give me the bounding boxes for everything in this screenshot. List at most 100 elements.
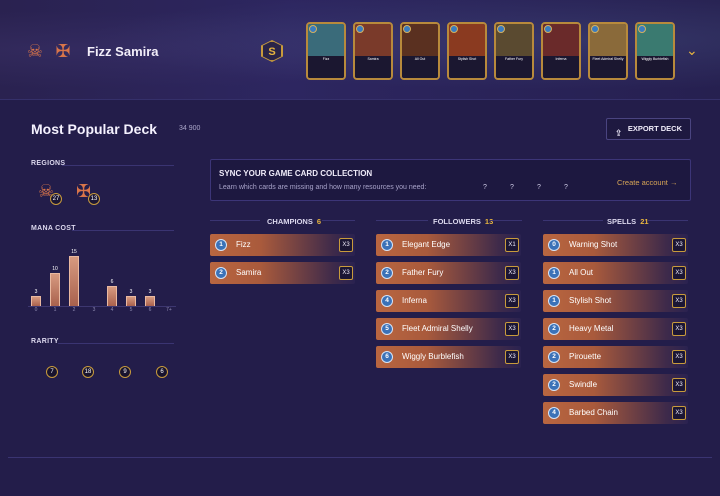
divider bbox=[58, 343, 174, 344]
mana-cost-gem: 4 bbox=[548, 407, 560, 419]
card-quantity: X3 bbox=[505, 266, 519, 280]
mana-bar-value: 3 bbox=[148, 289, 152, 295]
mana-cost-gem: 1 bbox=[548, 295, 560, 307]
mana-cost-label: MANA COST bbox=[31, 225, 76, 232]
mana-tick-label: 7+ bbox=[166, 307, 172, 313]
page-title: Most Popular Deck bbox=[31, 121, 158, 137]
card-cost-gem bbox=[544, 25, 552, 33]
card-name: Swindle bbox=[569, 380, 598, 389]
bilgewater-icon: ☠ bbox=[26, 41, 44, 61]
mana-bar-value: 3 bbox=[129, 289, 133, 295]
rarity-epic: 9 bbox=[119, 366, 131, 378]
mana-cost-gem: 4 bbox=[381, 295, 393, 307]
card-name: Wiggly Burblefish bbox=[641, 57, 669, 61]
card-row[interactable]: 6 Wiggly Burblefish X3 bbox=[376, 346, 521, 368]
card-row[interactable]: 1 Stylish Shot X3 bbox=[543, 290, 688, 312]
spells-count: 21 bbox=[640, 217, 649, 226]
export-icon: ⇪ bbox=[615, 128, 623, 138]
card-quantity: X3 bbox=[672, 322, 686, 336]
header-card[interactable]: All Out bbox=[400, 22, 440, 80]
region-chip-bilgewater: ☠ 27 bbox=[38, 181, 64, 205]
card-cost-gem bbox=[450, 25, 458, 33]
card-name: Elegant Edge bbox=[402, 240, 451, 249]
card-row[interactable]: 2 Swindle X3 bbox=[543, 374, 688, 396]
chevron-down-icon[interactable]: ⌄ bbox=[686, 42, 698, 59]
champions-count: 6 bbox=[316, 217, 322, 226]
rarity-rare: 18 bbox=[82, 366, 94, 378]
card-quantity: X1 bbox=[505, 238, 519, 252]
create-account-link[interactable]: Create account → bbox=[617, 178, 677, 187]
card-row[interactable]: 2 Samira X3 bbox=[210, 262, 355, 284]
divider bbox=[490, 220, 522, 221]
chart-axis bbox=[28, 306, 176, 307]
mana-cost-gem: 2 bbox=[381, 267, 393, 279]
card-name: Warning Shot bbox=[569, 240, 618, 249]
card-row[interactable]: 2 Pirouette X3 bbox=[543, 346, 688, 368]
spells-label: SPELLS bbox=[607, 217, 637, 226]
mana-cost-gem: 2 bbox=[548, 379, 560, 391]
card-quantity: X3 bbox=[672, 294, 686, 308]
header-card[interactable]: Inferna bbox=[541, 22, 581, 80]
card-quantity: X3 bbox=[339, 266, 353, 280]
header-card[interactable]: Fleet Admiral Shelly bbox=[588, 22, 628, 80]
deck-header: ☠ ✠ Fizz Samira S Fizz Samira All Out Styli… bbox=[0, 0, 720, 100]
header-card[interactable]: Samira bbox=[353, 22, 393, 80]
mana-tick-label: 2 bbox=[72, 307, 76, 313]
mana-tick-label: 5 bbox=[129, 307, 133, 313]
card-cost-gem bbox=[403, 25, 411, 33]
header-card[interactable]: Fizz bbox=[306, 22, 346, 80]
mana-bar-value: 15 bbox=[71, 249, 77, 255]
card-row[interactable]: 2 Father Fury X3 bbox=[376, 262, 521, 284]
card-row[interactable]: 4 Inferna X3 bbox=[376, 290, 521, 312]
rarity-common: 7 bbox=[46, 366, 58, 378]
sync-title: SYNC YOUR GAME CARD COLLECTION bbox=[219, 169, 373, 178]
header-card[interactable]: Father Fury bbox=[494, 22, 534, 80]
divider bbox=[210, 220, 260, 221]
card-quantity: X3 bbox=[505, 350, 519, 364]
champions-heading: CHAMPIONS 6 bbox=[267, 217, 321, 226]
divider bbox=[543, 220, 603, 221]
card-name: Heavy Metal bbox=[569, 324, 614, 333]
card-row[interactable]: 1 All Out X3 bbox=[543, 262, 688, 284]
card-name: Pirouette bbox=[569, 352, 602, 361]
mana-bar bbox=[107, 286, 117, 306]
header-card[interactable]: Stylish Shot bbox=[447, 22, 487, 80]
card-row[interactable]: 2 Heavy Metal X3 bbox=[543, 318, 688, 340]
mana-tick-label: 3 bbox=[92, 307, 96, 313]
deck-play-count: 34 900 bbox=[179, 125, 201, 132]
export-deck-button[interactable]: ⇪ EXPORT DECK bbox=[606, 118, 691, 140]
card-name: Wiggly Burblefish bbox=[402, 352, 464, 361]
resource-unknown: ? bbox=[537, 184, 541, 191]
divider bbox=[648, 220, 688, 221]
rarity-label: RARITY bbox=[31, 338, 59, 345]
mana-cost-gem: 0 bbox=[548, 239, 560, 251]
mana-cost-gem: 6 bbox=[381, 351, 393, 363]
card-name: Stylish Shot bbox=[457, 57, 477, 61]
mana-tick-label: 6 bbox=[148, 307, 152, 313]
card-row[interactable]: 1 Elegant Edge X1 bbox=[376, 234, 521, 256]
mana-cost-gem: 1 bbox=[548, 267, 560, 279]
card-name: Fizz bbox=[236, 240, 251, 249]
mana-bar bbox=[69, 256, 79, 306]
card-name: Father Fury bbox=[402, 268, 444, 277]
card-cost-gem bbox=[638, 25, 646, 33]
card-row[interactable]: 5 Fleet Admiral Shelly X3 bbox=[376, 318, 521, 340]
card-row[interactable]: 1 Fizz X3 bbox=[210, 234, 355, 256]
card-quantity: X3 bbox=[505, 322, 519, 336]
card-row[interactable]: 4 Barbed Chain X3 bbox=[543, 402, 688, 424]
divider bbox=[376, 220, 428, 221]
card-row[interactable]: 0 Warning Shot X3 bbox=[543, 234, 688, 256]
export-deck-label: EXPORT DECK bbox=[627, 124, 682, 133]
mana-tick-label: 0 bbox=[34, 307, 38, 313]
mana-bar bbox=[50, 273, 60, 306]
mana-bar-value: 10 bbox=[52, 266, 58, 272]
resource-unknown: ? bbox=[510, 184, 514, 191]
header-card[interactable]: Wiggly Burblefish bbox=[635, 22, 675, 80]
card-name: Samira bbox=[236, 268, 262, 277]
card-quantity: X3 bbox=[672, 266, 686, 280]
noxus-icon: ✠ bbox=[55, 41, 71, 61]
card-name: Fleet Admiral Shelly bbox=[592, 57, 624, 61]
card-name: All Out bbox=[414, 57, 426, 61]
card-quantity: X3 bbox=[672, 406, 686, 420]
card-name: Inferna bbox=[555, 57, 567, 61]
